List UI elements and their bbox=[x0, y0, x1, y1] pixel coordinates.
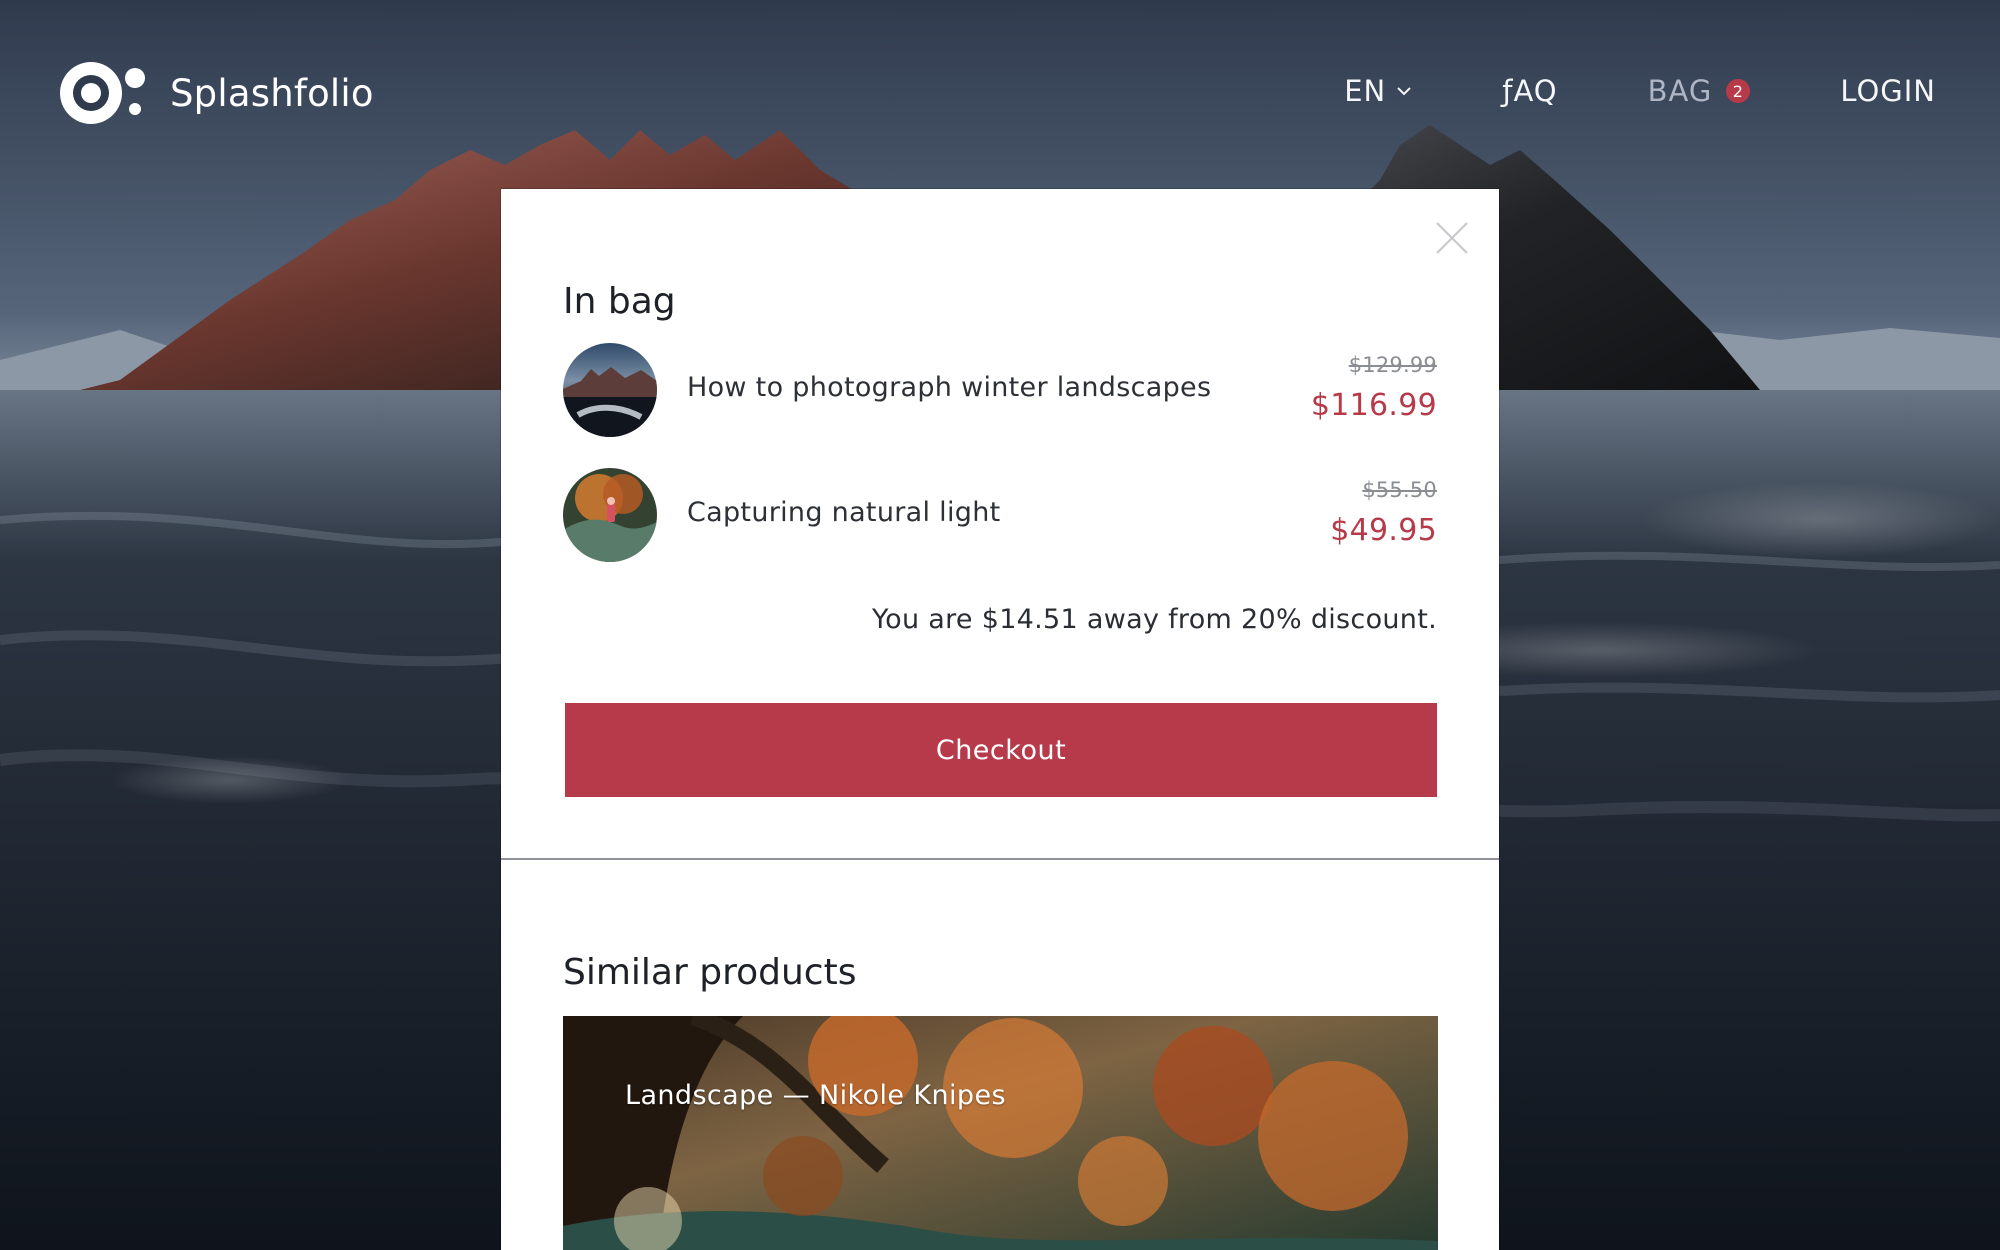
login-link[interactable]: LOGIN bbox=[1840, 74, 1936, 108]
bag-count-badge: 2 bbox=[1726, 79, 1751, 103]
chevron-down-icon bbox=[1397, 87, 1411, 96]
section-divider bbox=[501, 858, 1499, 860]
language-selector[interactable]: EN bbox=[1344, 74, 1412, 108]
login-label: LOGIN bbox=[1840, 74, 1936, 108]
page: Splashfolio EN ƒAQ BAG 2 LOGIN In bag Ho… bbox=[0, 0, 2000, 1250]
bag-item-new-price: $116.99 bbox=[1310, 388, 1437, 423]
bag-item-old-price: $129.99 bbox=[1348, 353, 1437, 377]
winter-landscape-thumbnail-icon bbox=[563, 343, 657, 437]
bag-title: In bag bbox=[563, 280, 676, 322]
discount-note: You are $14.51 away from 20% discount. bbox=[871, 604, 1437, 635]
bag-item-old-price: $55.50 bbox=[1362, 478, 1437, 502]
checkout-button[interactable]: Checkout bbox=[565, 703, 1437, 797]
natural-light-thumbnail-icon bbox=[563, 468, 657, 562]
similar-products-title: Similar products bbox=[563, 951, 857, 993]
close-icon bbox=[1436, 222, 1468, 254]
bag-link[interactable]: BAG 2 bbox=[1648, 74, 1751, 108]
bag-item-title: How to photograph winter landscapes bbox=[687, 372, 1212, 403]
top-navigation: Splashfolio EN ƒAQ BAG 2 LOGIN bbox=[0, 0, 2000, 190]
brand-logo-icon bbox=[60, 58, 152, 128]
faq-link[interactable]: ƒAQ bbox=[1502, 74, 1557, 108]
brand-name: Splashfolio bbox=[170, 71, 374, 115]
similar-product-card[interactable]: Landscape — Nikole Knipes bbox=[563, 1016, 1438, 1250]
bag-item-title: Capturing natural light bbox=[687, 497, 1001, 528]
autumn-landscape-image bbox=[563, 1016, 1438, 1250]
bag-modal: In bag How to photograph winter landscap… bbox=[501, 189, 1499, 1250]
bag-label: BAG bbox=[1647, 74, 1713, 108]
language-label: EN bbox=[1344, 74, 1387, 108]
similar-product-caption: Landscape — Nikole Knipes bbox=[625, 1080, 1006, 1111]
bag-item[interactable]: How to photograph winter landscapes $129… bbox=[563, 343, 1437, 438]
primary-nav: EN ƒAQ BAG 2 LOGIN bbox=[1344, 74, 1936, 108]
bag-item[interactable]: Capturing natural light $55.50 $49.95 bbox=[563, 468, 1437, 563]
brand[interactable]: Splashfolio bbox=[60, 58, 374, 128]
faq-label: ƒAQ bbox=[1502, 74, 1558, 108]
bag-item-new-price: $49.95 bbox=[1330, 513, 1437, 548]
close-button[interactable] bbox=[1429, 215, 1475, 261]
